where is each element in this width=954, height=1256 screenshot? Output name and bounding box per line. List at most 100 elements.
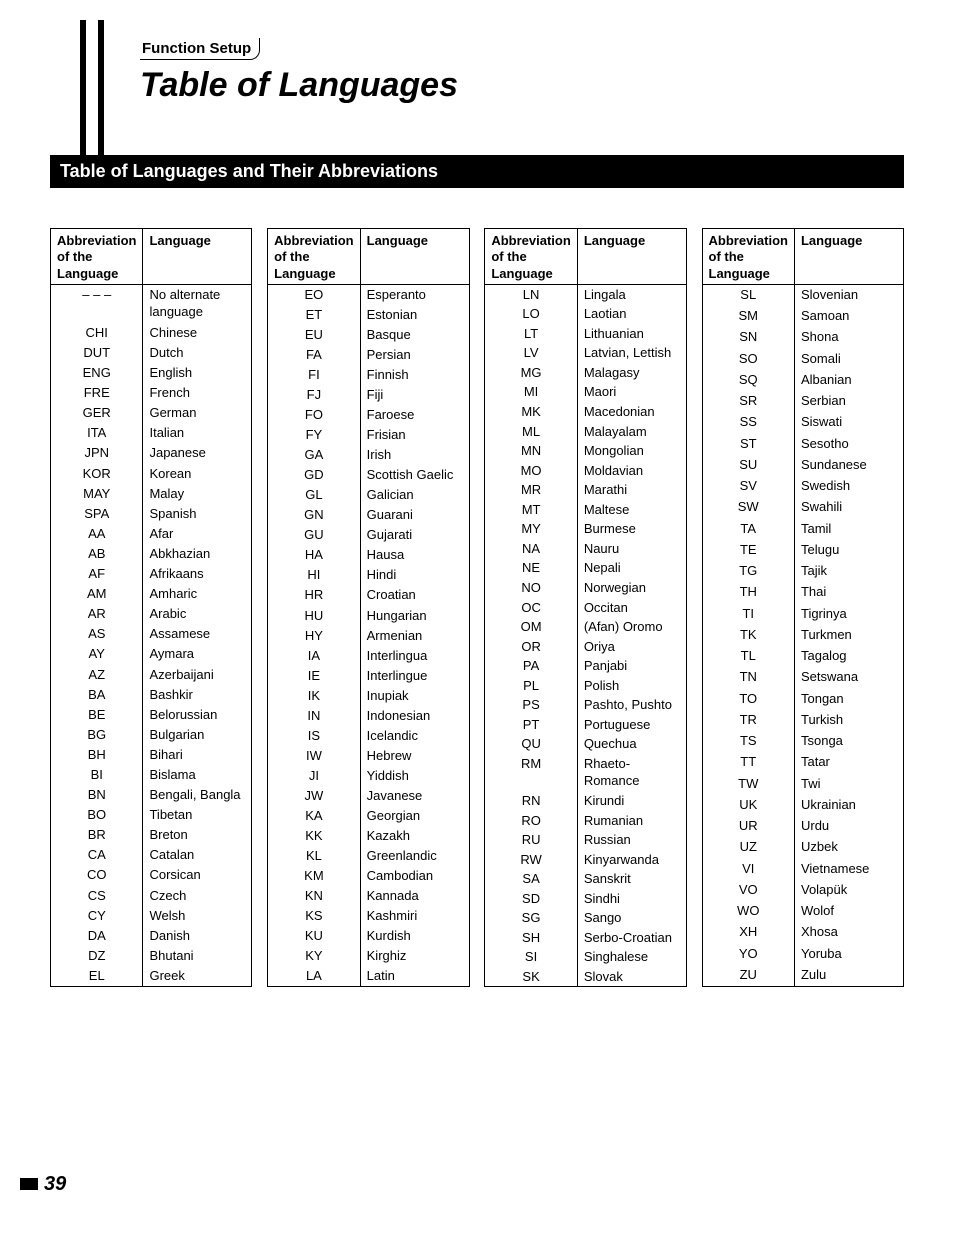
cell-abbr: MT — [485, 500, 577, 520]
cell-abbr: BA — [51, 685, 143, 705]
cell-abbr: XH — [702, 922, 794, 943]
cell-lang: Maltese — [577, 500, 686, 520]
table-row: UKUkrainian — [702, 795, 903, 816]
table-row: GUGujarati — [268, 525, 469, 545]
cell-lang: Moldavian — [577, 461, 686, 481]
cell-abbr: PT — [485, 715, 577, 735]
table-row: STSesotho — [702, 434, 903, 455]
cell-abbr: SL — [702, 284, 794, 306]
table-row: NONorwegian — [485, 578, 686, 598]
cell-lang: Tamil — [794, 519, 903, 540]
cell-abbr: SV — [702, 476, 794, 497]
table-row: MAYMalay — [51, 484, 252, 504]
table-row: IKInupiak — [268, 686, 469, 706]
table-row: MYBurmese — [485, 519, 686, 539]
cell-lang: Shona — [794, 327, 903, 348]
cell-abbr: AF — [51, 564, 143, 584]
cell-lang: Amharic — [143, 584, 252, 604]
cell-lang: Maori — [577, 382, 686, 402]
table-row: PSPashto, Pushto — [485, 695, 686, 715]
cell-lang: Belorussian — [143, 705, 252, 725]
cell-abbr: PL — [485, 676, 577, 696]
table-row: EUBasque — [268, 325, 469, 345]
cell-lang: Gujarati — [360, 525, 469, 545]
cell-abbr: BI — [51, 765, 143, 785]
language-table: Abbreviation of the LanguageLanguage– – … — [50, 228, 252, 987]
cell-abbr: ML — [485, 422, 577, 442]
cell-lang: Albanian — [794, 370, 903, 391]
cell-abbr: BO — [51, 805, 143, 825]
cell-abbr: EO — [268, 284, 360, 305]
cell-lang: Bashkir — [143, 685, 252, 705]
cell-lang: Afrikaans — [143, 564, 252, 584]
cell-abbr: CHI — [51, 323, 143, 343]
cell-abbr: AB — [51, 544, 143, 564]
cell-abbr: QU — [485, 734, 577, 754]
cell-abbr: SR — [702, 391, 794, 412]
cell-abbr: CY — [51, 906, 143, 926]
cell-lang: Tajik — [794, 561, 903, 582]
cell-lang: Corsican — [143, 865, 252, 885]
cell-abbr: TS — [702, 731, 794, 752]
cell-abbr: SQ — [702, 370, 794, 391]
table-row: TITigrinya — [702, 604, 903, 625]
table-row: MIMaori — [485, 382, 686, 402]
cell-lang: Azerbaijani — [143, 665, 252, 685]
cell-lang: Kirghiz — [360, 946, 469, 966]
cell-lang: Abkhazian — [143, 544, 252, 564]
cell-abbr: ITA — [51, 423, 143, 443]
table-row: PAPanjabi — [485, 656, 686, 676]
cell-abbr: KL — [268, 846, 360, 866]
table-row: BRBreton — [51, 825, 252, 845]
cell-lang: Quechua — [577, 734, 686, 754]
cell-lang: Spanish — [143, 504, 252, 524]
table-row: JWJavanese — [268, 786, 469, 806]
cell-lang: Yoruba — [794, 944, 903, 965]
table-row: HYArmenian — [268, 626, 469, 646]
table-row: ENGEnglish — [51, 363, 252, 383]
cell-abbr: ET — [268, 305, 360, 325]
cell-lang: Irish — [360, 445, 469, 465]
table-row: JIYiddish — [268, 766, 469, 786]
cell-lang: Singhalese — [577, 947, 686, 967]
cell-lang: Armenian — [360, 626, 469, 646]
cell-lang: Breton — [143, 825, 252, 845]
table-row: FJFiji — [268, 385, 469, 405]
cell-lang: Bulgarian — [143, 725, 252, 745]
table-row: KLGreenlandic — [268, 846, 469, 866]
cell-abbr: LO — [485, 304, 577, 324]
cell-abbr: FY — [268, 425, 360, 445]
col-header-lang: Language — [360, 229, 469, 285]
cell-lang: (Afan) Oromo — [577, 617, 686, 637]
cell-abbr: IS — [268, 726, 360, 746]
cell-abbr: VO — [702, 880, 794, 901]
cell-abbr: RW — [485, 850, 577, 870]
col-header-lang: Language — [143, 229, 252, 285]
cell-lang: Welsh — [143, 906, 252, 926]
table-row: SWSwahili — [702, 497, 903, 518]
cell-abbr: LV — [485, 343, 577, 363]
cell-abbr: KS — [268, 906, 360, 926]
table-row: ISIcelandic — [268, 726, 469, 746]
cell-abbr: TG — [702, 561, 794, 582]
cell-lang: Tibetan — [143, 805, 252, 825]
cell-lang: Latin — [360, 966, 469, 987]
cell-abbr: TA — [702, 519, 794, 540]
table-row: YOYoruba — [702, 944, 903, 965]
cell-lang: Xhosa — [794, 922, 903, 943]
cell-lang: Tsonga — [794, 731, 903, 752]
cell-abbr: KU — [268, 926, 360, 946]
cell-abbr: FA — [268, 345, 360, 365]
table-row: KUKurdish — [268, 926, 469, 946]
cell-lang: Vietnamese — [794, 859, 903, 880]
cell-lang: Bihari — [143, 745, 252, 765]
table-row: GAIrish — [268, 445, 469, 465]
cell-abbr: VI — [702, 859, 794, 880]
table-row: GERGerman — [51, 403, 252, 423]
cell-abbr: BN — [51, 785, 143, 805]
col-header-abbr: Abbreviation of the Language — [51, 229, 143, 285]
cell-lang: Wolof — [794, 901, 903, 922]
table-row: GNGuarani — [268, 505, 469, 525]
cell-abbr: CS — [51, 886, 143, 906]
decorative-bars — [80, 20, 104, 155]
